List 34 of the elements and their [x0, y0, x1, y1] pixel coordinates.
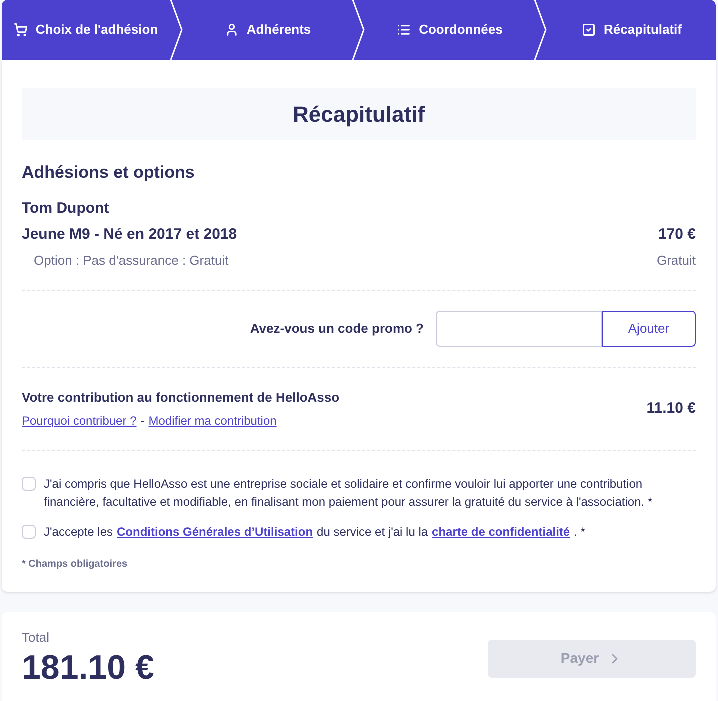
list-icon	[397, 23, 412, 37]
why-contribute-link[interactable]: Pourquoi contribuer ?	[22, 412, 137, 430]
step-tab[interactable]: Coordonnées	[366, 0, 534, 60]
consent-text: J'ai compris que HelloAsso est une entreprise sociale et solidaire et confirme vouloir lui apporter une contribution financière, facultative et modifiable, en finalisant mon paiement pour assurer la gratuité du service à l'association. *	[44, 476, 654, 510]
page-title: Récapitulatif	[22, 88, 696, 140]
checkbox[interactable]	[22, 476, 36, 490]
step-tab[interactable]: Adhérents	[184, 0, 352, 60]
tariff-name: Jeune M9 - Né en 2017 et 2018	[22, 225, 238, 245]
contribution-amount: 11.10 €	[646, 398, 696, 418]
checkbox[interactable]	[22, 524, 36, 538]
terms-link[interactable]: Conditions Générales d’Utilisation	[117, 522, 314, 540]
total-label: Total	[22, 628, 50, 646]
contribution-title: Votre contribution au fonctionnement de HelloAsso	[22, 389, 340, 407]
step-tab[interactable]: Choix de l'adhésion	[2, 0, 170, 60]
add-promo-button[interactable]: Ajouter	[602, 311, 696, 347]
checkbox-icon	[582, 23, 596, 37]
section-title: Adhésions et options	[22, 162, 196, 184]
member-name: Tom Dupont	[22, 198, 110, 218]
terms-link[interactable]: charte de confidentialité	[432, 522, 570, 540]
consent-text: J'accepte les	[44, 524, 113, 540]
tariff-price: 170 €	[658, 225, 696, 245]
user-icon	[224, 23, 239, 37]
link-separator: -	[140, 412, 145, 430]
option-price: Gratuit	[656, 252, 696, 270]
cart-icon	[14, 23, 28, 37]
edit-contribution-link[interactable]: Modifier ma contribution	[148, 412, 277, 430]
option-text: Option : Pas d'assurance : Gratuit	[33, 252, 229, 270]
promo-label: Avez-vous un code promo ?	[250, 320, 424, 338]
total-amount: 181.10 €	[22, 648, 154, 689]
step-tab[interactable]: Récapitulatif	[548, 0, 716, 60]
promo-code-field[interactable]	[436, 311, 602, 347]
required-fields-note: * Champs obligatoires	[22, 558, 129, 572]
consent-text: . *	[574, 524, 586, 540]
consent-text: du service et j'ai lu la	[317, 524, 428, 540]
